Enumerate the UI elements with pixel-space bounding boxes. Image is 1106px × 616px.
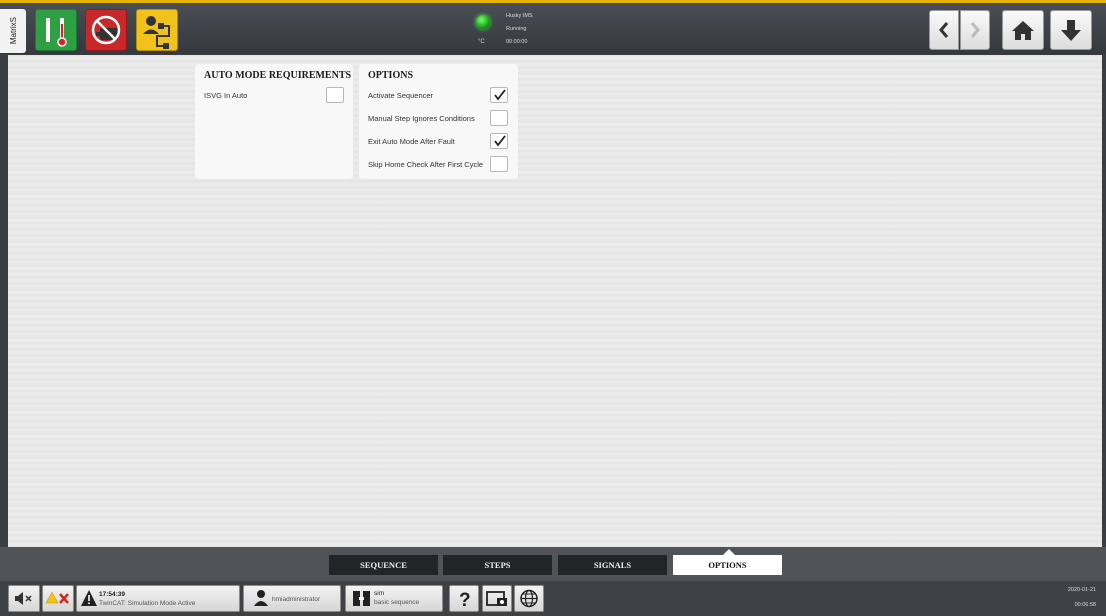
manual-step-ignores-conditions-checkbox[interactable] [490, 110, 508, 126]
language-button[interactable] [514, 585, 544, 612]
home-icon [1012, 21, 1034, 40]
panel-title: OPTIONS [368, 70, 414, 81]
status-machine-name: Husky IMS [506, 13, 533, 19]
download-button[interactable] [1050, 10, 1092, 50]
isvg-in-auto-checkbox[interactable] [326, 87, 344, 103]
tab-sequence[interactable]: SEQUENCE [329, 555, 438, 575]
arrow-down-icon [1061, 20, 1081, 41]
status-state: Running [506, 26, 527, 32]
main-content: AUTO MODE REQUIREMENTS ISVG In Auto OPTI… [8, 55, 1102, 547]
help-button[interactable]: ? [449, 585, 479, 612]
user-name: hmiadministrator [272, 596, 321, 603]
user-button[interactable]: hmiadministrator [243, 585, 341, 612]
tab-steps[interactable]: STEPS [443, 555, 552, 575]
side-tab[interactable]: MatrixS [0, 9, 26, 53]
status-led [476, 15, 490, 29]
home-button[interactable] [1002, 10, 1044, 50]
warning-icon [81, 590, 97, 606]
sequence-title: sim [374, 590, 385, 597]
screen-capture-icon [486, 591, 507, 606]
option-label: Skip Home Check After First Cycle [368, 160, 484, 169]
thermometer-icon [46, 18, 67, 47]
exit-auto-mode-after-fault-checkbox[interactable] [490, 133, 508, 149]
auto-mode-requirements-panel: AUTO MODE REQUIREMENTS ISVG In Auto [195, 64, 353, 179]
side-tab-label: MatrixS [8, 17, 18, 45]
sequence-subtitle: basic sequence [374, 599, 420, 606]
option-label: Activate Sequencer [368, 91, 434, 100]
activate-sequencer-checkbox[interactable] [490, 87, 508, 103]
panel-title: AUTO MODE REQUIREMENTS [204, 70, 352, 81]
option-label: Exit Auto Mode After Fault [368, 137, 455, 146]
tab-strip: SEQUENCE STEPS SIGNALS OPTIONS [0, 547, 1106, 581]
operator-flow-icon [143, 16, 170, 49]
temperature-button[interactable] [35, 9, 77, 51]
mute-button[interactable] [8, 585, 40, 612]
option-label: Manual Step Ignores Conditions [368, 114, 475, 123]
system-time: 00:06:58 [1074, 602, 1096, 608]
top-toolbar: MatrixS °C Husky IMS Running 00:00:00 [0, 0, 1106, 54]
forward-button[interactable] [960, 10, 990, 50]
speaker-muted-icon [15, 592, 32, 605]
sequence-selector-button[interactable]: sim basic sequence [345, 585, 443, 612]
chevron-right-icon [970, 22, 980, 38]
chevron-left-icon [939, 22, 949, 38]
user-icon [254, 590, 268, 606]
alarm-time: 17:54:39 [99, 591, 126, 598]
sequence-icon [353, 591, 370, 606]
alarm-banner[interactable]: 17:54:39 TwinCAT: Simulation Mode Active [76, 585, 240, 612]
motor-off-button[interactable] [85, 9, 127, 51]
tab-signals[interactable]: SIGNALS [558, 555, 667, 575]
globe-icon [520, 589, 538, 608]
bottom-status-bar: 17:54:39 TwinCAT: Simulation Mode Active… [0, 581, 1106, 616]
back-button[interactable] [929, 10, 959, 50]
checkmark-icon [494, 135, 506, 147]
alarm-message: TwinCAT: Simulation Mode Active [99, 600, 196, 607]
motor-disabled-icon [91, 15, 121, 45]
tab-options[interactable]: OPTIONS [673, 555, 782, 575]
question-mark-icon: ? [459, 590, 471, 611]
status-timer: 00:00:00 [506, 39, 528, 45]
screenshot-button[interactable] [482, 585, 512, 612]
machine-status: °C Husky IMS Running 00:00:00 [472, 11, 552, 53]
option-label-isvg: ISVG In Auto [204, 91, 248, 100]
temperature-unit: °C [478, 39, 485, 45]
svg-text:?: ? [459, 590, 471, 611]
checkmark-icon [494, 89, 506, 101]
options-panel: OPTIONS Activate Sequencer Manual Step I… [359, 64, 518, 179]
warning-clear-icon [45, 591, 69, 604]
system-date: 2020-01-21 [1067, 587, 1096, 593]
operator-sequence-button[interactable] [136, 9, 178, 51]
alarm-reset-button[interactable] [42, 585, 74, 612]
skip-home-check-checkbox[interactable] [490, 156, 508, 172]
